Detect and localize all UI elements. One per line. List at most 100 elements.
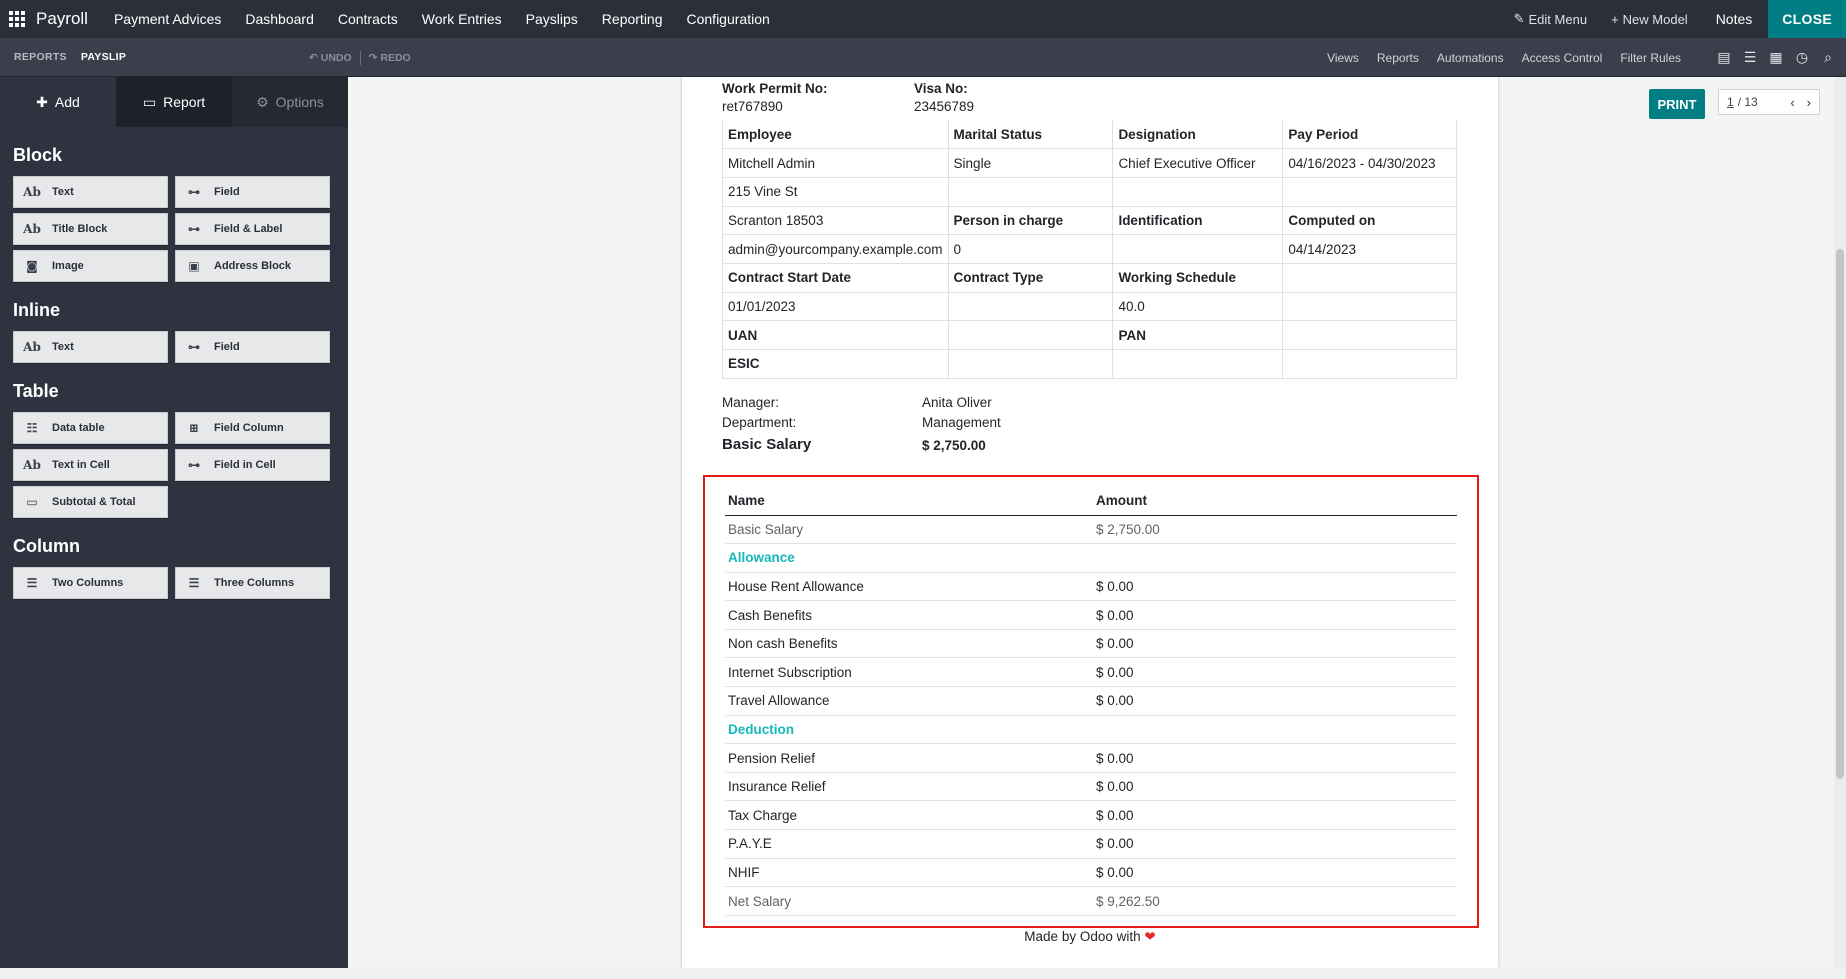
block-field[interactable]: ⊶ Field — [175, 331, 330, 363]
block-text[interactable]: Ab Text — [13, 176, 168, 208]
search-icon[interactable]: ⌕ — [1820, 49, 1836, 66]
breadcrumb-reports[interactable]: REPORTS — [14, 51, 67, 63]
undo-button[interactable]: ↶ UNDO — [309, 52, 352, 64]
line-name: Insurance Relief — [725, 772, 1093, 802]
menu-item-payment-advices[interactable]: Payment Advices — [102, 11, 233, 27]
text-ab-icon: Ab — [23, 185, 41, 199]
block-two-columns[interactable]: ☰ Two Columns — [13, 567, 168, 599]
salary-lines-block[interactable]: Name Amount Basic Salary $ 2,750.00 Allowa… — [703, 475, 1479, 928]
info-row: Contract Start Date Contract Type Working … — [722, 263, 1457, 293]
print-button[interactable]: PRINT — [1649, 89, 1705, 119]
salary-line-row: Insurance Relief $ 0.00 — [725, 772, 1457, 802]
new-model-button[interactable]: + New Model — [1599, 12, 1700, 27]
form-view-icon[interactable]: ▤ — [1716, 49, 1732, 66]
field-icon: ⊶ — [188, 185, 200, 199]
edit-menu-button[interactable]: ✎ Edit Menu — [1502, 11, 1599, 27]
reports-link[interactable]: Reports — [1368, 51, 1428, 65]
pencil-icon: ✎ — [1513, 11, 1525, 26]
line-name: NHIF — [725, 858, 1093, 888]
info-cell — [1112, 234, 1284, 264]
block-label: Field Column — [214, 422, 284, 434]
info-cell: PAN — [1112, 320, 1284, 350]
section-title-table: Table — [13, 381, 59, 401]
record-pager: 1 / 13 ‹ › — [1718, 89, 1820, 115]
salary-line-row: Tax Charge $ 0.00 — [725, 800, 1457, 831]
block-label: Text — [52, 186, 74, 198]
block-field-in-cell[interactable]: ⊶ Field in Cell — [175, 449, 330, 481]
filter-rules-link[interactable]: Filter Rules — [1611, 51, 1690, 65]
redo-button[interactable]: ↷ REDO — [369, 52, 411, 64]
plus-icon: ✚ — [36, 93, 48, 110]
block-address-block[interactable]: ▣ Address Block — [175, 250, 330, 282]
menu-item-payslips[interactable]: Payslips — [514, 11, 590, 27]
block-label: Address Block — [214, 260, 292, 272]
section-title-block: Block — [13, 145, 63, 165]
info-cell — [948, 320, 1114, 350]
scrollbar-thumb[interactable] — [1836, 249, 1844, 779]
report-canvas: Work Permit No: ret767890 Visa No: 23456… — [348, 77, 1834, 968]
block-label: Subtotal & Total — [52, 496, 136, 508]
chevron-right-icon[interactable]: › — [1807, 95, 1811, 110]
block-text-in-cell[interactable]: Ab Text in Cell — [13, 449, 168, 481]
field-icon: ⊶ — [188, 340, 200, 354]
close-button[interactable]: CLOSE — [1768, 0, 1846, 38]
pager-current[interactable]: 1 — [1727, 95, 1734, 109]
info-cell: Marital Status — [948, 120, 1114, 150]
department-label: Department: — [722, 415, 797, 430]
automations-link[interactable]: Automations — [1428, 51, 1513, 65]
block-text[interactable]: Ab Text — [13, 331, 168, 363]
info-row: ESIC — [722, 349, 1457, 379]
redo-icon: ↷ — [368, 51, 378, 64]
manager-value: Anita Oliver — [922, 395, 992, 410]
info-row: 215 Vine St — [722, 177, 1457, 207]
info-row: Employee Marital Status Designation Pay Per… — [722, 120, 1457, 150]
list-view-icon[interactable]: ☰ — [1742, 49, 1758, 66]
block-subtotal-total[interactable]: ▭ Subtotal & Total — [13, 486, 168, 518]
menu-item-reporting[interactable]: Reporting — [590, 11, 675, 27]
info-cell: Person in charge — [948, 206, 1114, 236]
salary-line-row: Travel Allowance $ 0.00 — [725, 686, 1457, 716]
chevron-left-icon[interactable]: ‹ — [1790, 95, 1794, 110]
line-name: Internet Subscription — [725, 657, 1093, 688]
menu-item-configuration[interactable]: Configuration — [675, 11, 782, 27]
tab-options[interactable]: ⚙ Options — [232, 77, 348, 127]
list-icon: ☷ — [26, 421, 38, 435]
block-field-column[interactable]: ⊞ Field Column — [175, 412, 330, 444]
kanban-view-icon[interactable]: ▦ — [1768, 49, 1784, 66]
line-name: Tax Charge — [725, 800, 1093, 831]
category-row: Deduction — [725, 715, 1457, 745]
block-field-label[interactable]: ⊶ Field & Label — [175, 213, 330, 245]
block-three-columns[interactable]: ☰ Three Columns — [175, 567, 330, 599]
menu-item-dashboard[interactable]: Dashboard — [233, 11, 326, 27]
line-name: P.A.Y.E — [725, 829, 1093, 859]
vertical-scrollbar[interactable] — [1834, 77, 1846, 968]
info-cell: Scranton 18503 — [722, 206, 949, 236]
tab-add[interactable]: ✚ Add — [0, 77, 116, 127]
info-cell: UAN — [722, 320, 949, 350]
block-image[interactable]: ◙ Image — [13, 250, 168, 282]
block-title-block[interactable]: Ab Title Block — [13, 213, 168, 245]
app-name[interactable]: Payroll — [36, 9, 88, 29]
apps-menu-icon[interactable] — [0, 0, 34, 38]
block-list-column: ☰ Two Columns ☰ Three Columns — [13, 567, 348, 599]
block-label: Field & Label — [214, 223, 283, 235]
line-amount — [1093, 543, 1457, 573]
info-cell — [1282, 177, 1457, 207]
activity-view-icon[interactable]: ◷ — [1794, 49, 1810, 66]
info-cell — [1112, 177, 1284, 207]
access-control-link[interactable]: Access Control — [1513, 51, 1612, 65]
visa-label: Visa No: — [914, 81, 968, 96]
menu-item-work-entries[interactable]: Work Entries — [410, 11, 514, 27]
tab-report[interactable]: ▭ Report — [116, 77, 232, 127]
heart-icon: ❤ — [1144, 929, 1156, 944]
block-data-table[interactable]: ☷ Data table — [13, 412, 168, 444]
notes-button[interactable]: Notes — [1700, 11, 1769, 27]
info-cell — [948, 292, 1114, 322]
salary-line-row: Net Salary $ 9,262.50 — [725, 886, 1457, 916]
menu-item-contracts[interactable]: Contracts — [326, 11, 410, 27]
views-link[interactable]: Views — [1318, 51, 1368, 65]
info-cell: ESIC — [722, 349, 949, 379]
block-field[interactable]: ⊶ Field — [175, 176, 330, 208]
separator — [359, 50, 361, 65]
info-cell — [948, 177, 1114, 207]
